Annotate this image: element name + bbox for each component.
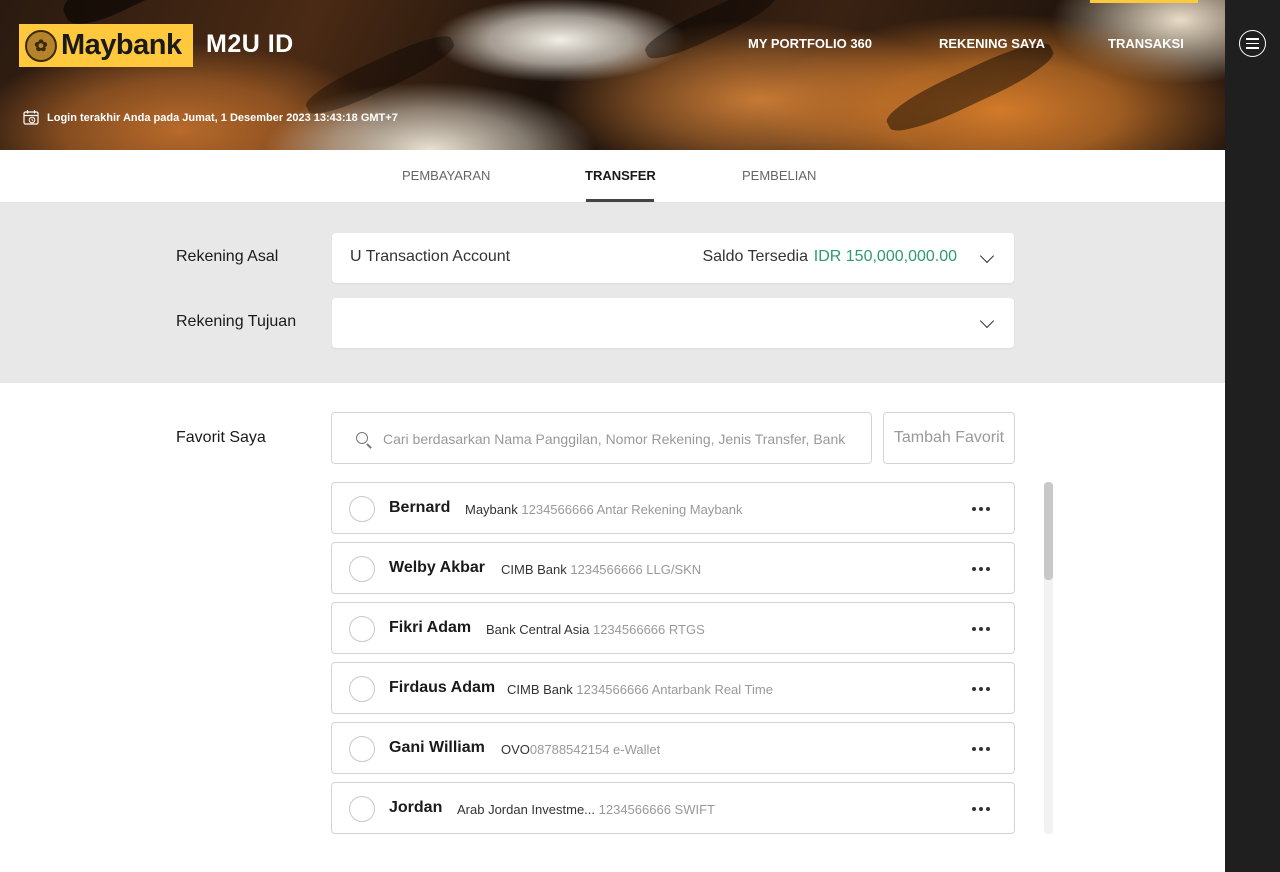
- last-login-info: Login terakhir Anda pada Jumat, 1 Desemb…: [23, 109, 398, 126]
- header-banner: ✿ Maybank M2U ID MY PORTFOLIO 360 REKENI…: [0, 0, 1225, 150]
- source-account-label: Rekening Asal: [176, 248, 279, 265]
- favorite-details: Maybank 1234566666 Antar Rekening Mayban…: [465, 502, 743, 517]
- favorite-item[interactable]: Firdaus Adam CIMB Bank 1234566666 Antarb…: [331, 662, 1015, 714]
- favorite-details: Arab Jordan Investme... 1234566666 SWIFT: [457, 802, 715, 817]
- favorite-item[interactable]: Welby Akbar CIMB Bank 1234566666 LLG/SKN: [331, 542, 1015, 594]
- chevron-down-icon: [979, 313, 995, 329]
- tab-pembelian[interactable]: PEMBELIAN: [742, 168, 816, 183]
- favorite-name: Gani William: [389, 739, 485, 756]
- favorites-search-input[interactable]: [383, 427, 853, 451]
- favorite-details: CIMB Bank 1234566666 LLG/SKN: [501, 562, 701, 577]
- app-name: M2U ID: [206, 30, 294, 58]
- favorite-radio[interactable]: [349, 736, 375, 762]
- more-options-icon[interactable]: [972, 567, 990, 571]
- hamburger-menu-icon[interactable]: [1239, 30, 1266, 57]
- tiger-emblem-icon: ✿: [25, 29, 57, 62]
- favorite-meta: 1234566666 Antarbank Real Time: [576, 682, 773, 697]
- favorites-scrollbar-thumb[interactable]: [1044, 482, 1053, 580]
- more-options-icon[interactable]: [972, 807, 990, 811]
- transaction-tabs: PEMBAYARAN TRANSFER PEMBELIAN: [0, 150, 1225, 203]
- favorite-bank: Maybank: [465, 502, 518, 517]
- favorite-radio[interactable]: [349, 556, 375, 582]
- last-login-text: Login terakhir Anda pada Jumat, 1 Desemb…: [47, 111, 398, 124]
- favorite-meta: 08788542154 e-Wallet: [529, 742, 661, 757]
- chevron-down-icon: [979, 248, 995, 264]
- active-tab-underline: [586, 199, 654, 202]
- favorite-meta: 1234566666 Antar Rekening Maybank: [521, 502, 743, 517]
- favorites-label: Favorit Saya: [176, 429, 266, 446]
- add-favorite-button[interactable]: Tambah Favorit: [883, 412, 1015, 464]
- search-icon: [356, 432, 368, 444]
- favorite-meta: 1234566666 SWIFT: [598, 802, 715, 817]
- transfer-form-section: [0, 203, 1225, 383]
- favorite-name: Fikri Adam: [389, 619, 472, 636]
- maybank-logo[interactable]: ✿ Maybank: [19, 24, 193, 67]
- favorite-bank: CIMB Bank: [501, 562, 567, 577]
- favorite-bank: Bank Central Asia: [486, 622, 590, 637]
- nav-transaksi[interactable]: TRANSAKSI: [1108, 36, 1184, 51]
- favorite-radio[interactable]: [349, 616, 375, 642]
- favorites-search: [331, 412, 872, 464]
- source-account-select[interactable]: U Transaction Account Saldo Tersedia IDR…: [332, 233, 1014, 283]
- favorite-item[interactable]: Bernard Maybank 1234566666 Antar Rekenin…: [331, 482, 1015, 534]
- nav-my-portfolio[interactable]: MY PORTFOLIO 360: [748, 36, 872, 51]
- favorite-name: Bernard: [389, 499, 451, 516]
- destination-account-select[interactable]: [332, 298, 1014, 348]
- favorite-item[interactable]: Jordan Arab Jordan Investme... 123456666…: [331, 782, 1015, 834]
- calendar-clock-icon: [23, 110, 39, 125]
- favorite-name: Firdaus Adam: [389, 679, 496, 696]
- tab-pembayaran[interactable]: PEMBAYARAN: [402, 168, 490, 183]
- favorite-bank: OVO: [501, 742, 530, 757]
- favorite-bank: Arab Jordan Investme...: [457, 802, 596, 817]
- favorites-list: Bernard Maybank 1234566666 Antar Rekenin…: [331, 482, 1015, 834]
- more-options-icon[interactable]: [972, 507, 990, 511]
- nav-rekening-saya[interactable]: REKENING SAYA: [939, 36, 1045, 51]
- more-options-icon[interactable]: [972, 627, 990, 631]
- favorite-radio[interactable]: [349, 796, 375, 822]
- source-account-name: U Transaction Account: [350, 248, 511, 265]
- logo-text: Maybank: [61, 29, 182, 61]
- favorite-name: Jordan: [389, 799, 443, 816]
- favorite-radio[interactable]: [349, 496, 375, 522]
- favorite-radio[interactable]: [349, 676, 375, 702]
- favorite-item[interactable]: Gani William OVO08788542154 e-Wallet: [331, 722, 1015, 774]
- favorite-details: OVO08788542154 e-Wallet: [501, 742, 660, 757]
- favorite-meta: 1234566666 LLG/SKN: [570, 562, 702, 577]
- more-options-icon[interactable]: [972, 687, 990, 691]
- favorite-item[interactable]: Fikri Adam Bank Central Asia 1234566666 …: [331, 602, 1015, 654]
- favorite-bank: CIMB Bank: [507, 682, 573, 697]
- banner-texture: [640, 0, 780, 67]
- favorite-details: Bank Central Asia 1234566666 RTGS: [486, 622, 705, 637]
- side-menu-strip: [1225, 0, 1280, 872]
- balance-value: IDR 150,000,000.00: [813, 248, 957, 265]
- favorite-details: CIMB Bank 1234566666 Antarbank Real Time: [507, 682, 773, 697]
- nav-active-indicator: [1090, 0, 1198, 3]
- balance-label: Saldo Tersedia: [702, 248, 808, 265]
- favorite-meta: 1234566666 RTGS: [592, 622, 705, 637]
- tab-transfer[interactable]: TRANSFER: [585, 168, 656, 183]
- more-options-icon[interactable]: [972, 747, 990, 751]
- favorite-name: Welby Akbar: [389, 559, 486, 576]
- destination-account-label: Rekening Tujuan: [176, 313, 297, 330]
